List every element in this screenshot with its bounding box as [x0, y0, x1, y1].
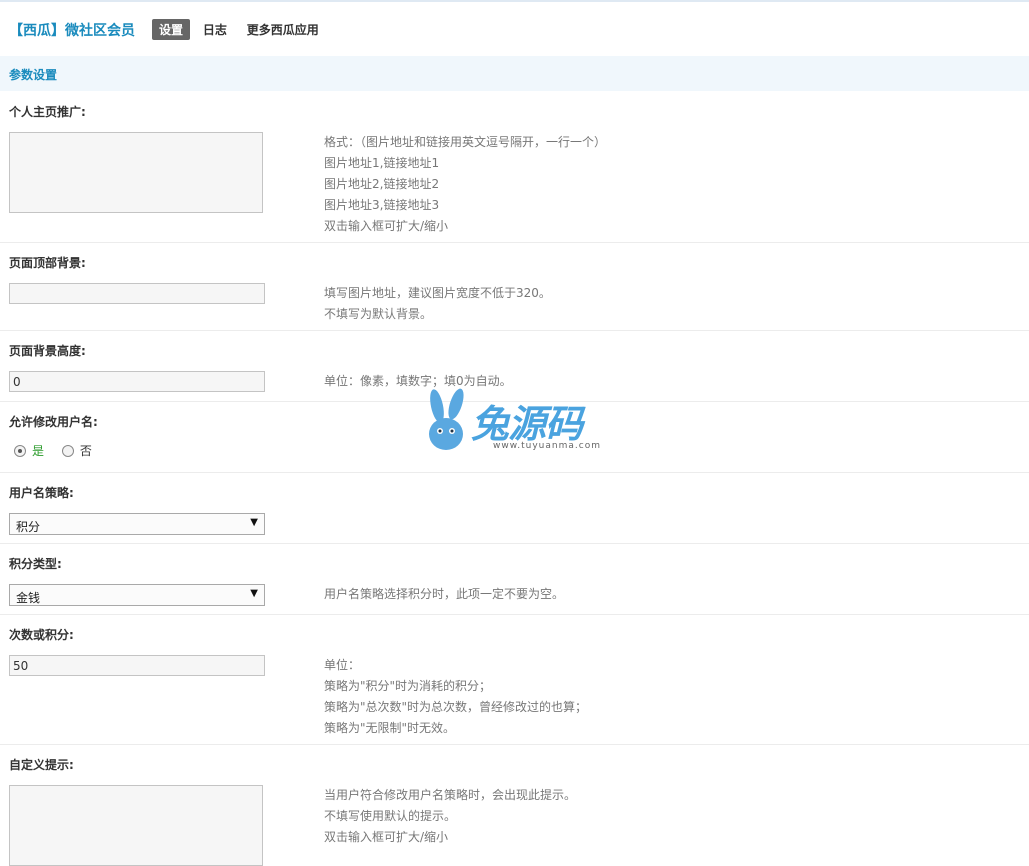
- top-border: [0, 0, 1029, 2]
- setting-credit-type: 积分类型: 金钱 ▼ 用户名策略选择积分时，此项一定不要为空。: [0, 544, 1029, 615]
- tab-logs[interactable]: 日志: [196, 19, 234, 40]
- nav-tabs: 设置 日志 更多西瓜应用: [152, 19, 328, 40]
- watermark-text: 兔源码: [471, 402, 583, 446]
- header: 【西瓜】微社区会员 设置 日志 更多西瓜应用: [0, 8, 1029, 48]
- setting-name-strategy: 用户名策略: 积分 ▼: [0, 473, 1029, 544]
- dropdown-arrow-icon: ▼: [250, 588, 258, 599]
- setting-page-top-bg: 页面顶部背景: 填写图片地址，建议图片宽度不低于320。 不填写为默认背景。: [0, 243, 1029, 331]
- rabbit-icon: [429, 388, 464, 450]
- setting-hint: 单位： 策略为"积分"时为消耗的积分； 策略为"总次数"时为总次数，曾经修改过的…: [324, 658, 588, 735]
- radio-no[interactable]: [61, 444, 74, 457]
- section-title: 参数设置: [9, 68, 58, 82]
- setting-label: 个人主页推广:: [9, 105, 86, 119]
- setting-label: 次数或积分:: [9, 628, 74, 642]
- setting-label: 页面顶部背景:: [9, 256, 86, 270]
- setting-homepage-promo: 个人主页推广: 格式：（图片地址和链接用英文逗号隔开，一行一个） 图片地址1,链…: [0, 92, 1029, 243]
- tab-settings[interactable]: 设置: [152, 19, 191, 40]
- setting-label: 自定义提示:: [9, 758, 74, 772]
- custom-tip-textarea[interactable]: [9, 785, 263, 866]
- setting-label: 允许修改用户名:: [9, 415, 98, 429]
- setting-hint: 填写图片地址，建议图片宽度不低于320。 不填写为默认背景。: [324, 286, 551, 321]
- name-strategy-select[interactable]: 积分 ▼: [9, 513, 265, 535]
- section-header: 参数设置: [0, 56, 1029, 91]
- homepage-promo-textarea[interactable]: [9, 132, 263, 213]
- select-value: 金钱: [16, 591, 41, 605]
- radio-no-label[interactable]: 否: [80, 444, 92, 458]
- setting-times-or-credits: 次数或积分: 单位： 策略为"积分"时为消耗的积分； 策略为"总次数"时为总次数…: [0, 615, 1029, 745]
- dropdown-arrow-icon: ▼: [250, 517, 258, 528]
- radio-yes-label[interactable]: 是: [32, 444, 44, 458]
- setting-label: 积分类型:: [9, 557, 62, 571]
- radio-yes[interactable]: [14, 444, 26, 457]
- bg-height-input[interactable]: [9, 371, 265, 392]
- setting-hint: 当用户符合修改用户名策略时，会出现此提示。 不填写使用默认的提示。 双击输入框可…: [324, 788, 577, 844]
- page-top-bg-input[interactable]: [9, 283, 265, 304]
- allow-rename-radio-group: 是 否: [14, 442, 106, 459]
- select-value: 积分: [16, 520, 41, 534]
- app-title: 【西瓜】微社区会员: [9, 23, 135, 39]
- watermark-url: www.tuyuanma.com: [493, 441, 601, 451]
- watermark-logo: 兔源码 www.tuyuanma.com: [425, 388, 607, 453]
- tab-more-apps[interactable]: 更多西瓜应用: [240, 19, 326, 40]
- setting-hint: 格式：（图片地址和链接用英文逗号隔开，一行一个） 图片地址1,链接地址1 图片地…: [324, 135, 607, 233]
- setting-label: 用户名策略:: [9, 486, 74, 500]
- setting-custom-tip: 自定义提示: 当用户符合修改用户名策略时，会出现此提示。 不填写使用默认的提示。…: [0, 745, 1029, 866]
- credit-type-select[interactable]: 金钱 ▼: [9, 584, 265, 606]
- setting-hint: 用户名策略选择积分时，此项一定不要为空。: [324, 587, 565, 601]
- setting-label: 页面背景高度:: [9, 344, 86, 358]
- times-or-credits-input[interactable]: [9, 655, 265, 676]
